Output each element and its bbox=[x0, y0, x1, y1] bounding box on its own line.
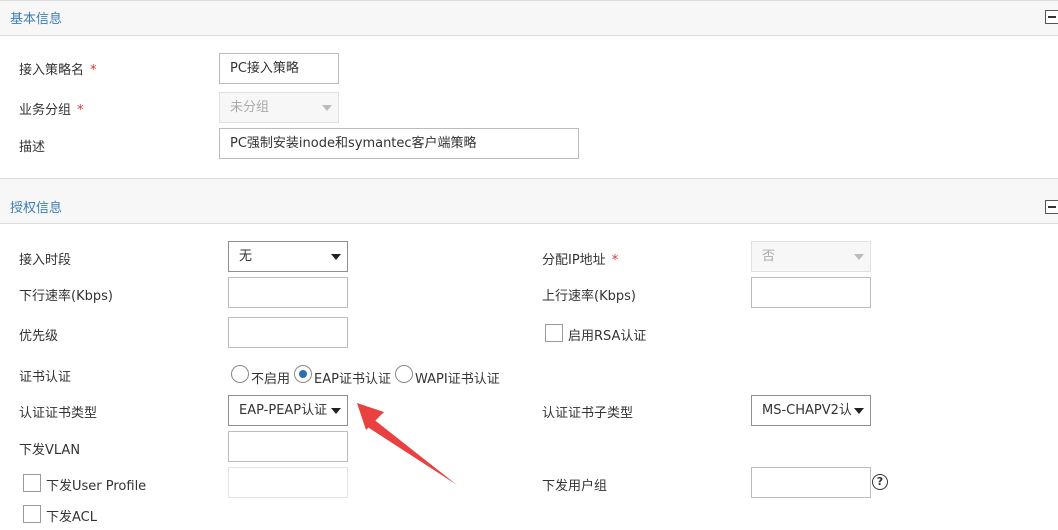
assign-ip-select[interactable]: 否 bbox=[751, 241, 871, 272]
collapse-basic-icon[interactable] bbox=[1045, 10, 1058, 24]
deliver-user-profile-checkbox[interactable] bbox=[23, 474, 41, 492]
policy-name-input[interactable]: PC接入策略 bbox=[219, 53, 339, 84]
description-label: 描述 bbox=[19, 140, 46, 155]
deliver-user-group-label: 下发用户组 bbox=[542, 479, 608, 494]
deliver-user-profile-input[interactable] bbox=[228, 467, 348, 498]
service-group-label: 业务分组 * bbox=[19, 103, 84, 118]
radio-cert-disabled-label: 不启用 bbox=[251, 372, 291, 387]
policy-name-label: 接入策略名 * bbox=[19, 63, 97, 78]
deliver-vlan-label: 下发VLAN bbox=[19, 443, 81, 458]
cert-type-value: EAP-PEAP认证 bbox=[239, 403, 328, 418]
cert-type-select[interactable]: EAP-PEAP认证 bbox=[228, 395, 348, 426]
auth-info-title: 授权信息 bbox=[10, 201, 63, 216]
radio-cert-eap[interactable] bbox=[294, 365, 312, 383]
uplink-rate-label: 上行速率(Kbps) bbox=[542, 289, 636, 304]
enable-rsa-checkbox[interactable] bbox=[545, 324, 563, 342]
deliver-user-profile-label: 下发User Profile bbox=[46, 479, 147, 494]
assign-ip-value: 否 bbox=[762, 249, 776, 264]
assign-ip-label: 分配IP地址 * bbox=[542, 253, 619, 268]
access-period-value: 无 bbox=[239, 249, 253, 264]
access-period-select[interactable]: 无 bbox=[228, 241, 348, 272]
deliver-acl-label: 下发ACL bbox=[46, 510, 97, 525]
deliver-user-group-input[interactable] bbox=[751, 467, 871, 498]
cert-subtype-select[interactable]: MS-CHAPV2认 bbox=[751, 395, 871, 426]
downlink-rate-input[interactable] bbox=[228, 277, 348, 308]
description-input[interactable]: PC强制安装inode和symantec客户端策略 bbox=[219, 128, 579, 159]
uplink-rate-input[interactable] bbox=[751, 277, 871, 308]
downlink-rate-label: 下行速率(Kbps) bbox=[19, 289, 113, 304]
basic-info-header[interactable]: 基本信息 bbox=[0, 0, 1058, 36]
cert-subtype-value: MS-CHAPV2认 bbox=[762, 403, 852, 418]
service-group-select[interactable]: 未分组 bbox=[219, 92, 339, 123]
cert-auth-label: 证书认证 bbox=[19, 370, 72, 385]
radio-cert-wapi[interactable] bbox=[395, 365, 413, 383]
priority-input[interactable] bbox=[228, 317, 348, 348]
chevron-down-icon bbox=[331, 408, 341, 414]
radio-cert-wapi-label: WAPI证书认证 bbox=[415, 372, 500, 387]
radio-cert-disabled[interactable] bbox=[231, 365, 249, 383]
annotation-arrow-icon bbox=[357, 403, 457, 485]
service-group-value: 未分组 bbox=[230, 100, 270, 115]
chevron-down-icon bbox=[854, 408, 864, 414]
cert-subtype-label: 认证证书子类型 bbox=[542, 406, 634, 421]
radio-cert-eap-label: EAP证书认证 bbox=[314, 372, 391, 387]
deliver-acl-checkbox[interactable] bbox=[23, 505, 41, 523]
chevron-down-icon bbox=[322, 105, 332, 111]
basic-info-title: 基本信息 bbox=[10, 12, 63, 27]
chevron-down-icon bbox=[331, 254, 341, 260]
auth-info-header[interactable]: 授权信息 bbox=[0, 178, 1058, 224]
priority-label: 优先级 bbox=[19, 329, 59, 344]
help-icon[interactable]: ? bbox=[872, 474, 888, 490]
deliver-vlan-input[interactable] bbox=[228, 431, 348, 462]
enable-rsa-label: 启用RSA认证 bbox=[568, 329, 647, 344]
collapse-auth-icon[interactable] bbox=[1045, 200, 1058, 214]
access-period-label: 接入时段 bbox=[19, 253, 72, 268]
chevron-down-icon bbox=[854, 254, 864, 260]
cert-type-label: 认证证书类型 bbox=[19, 406, 98, 421]
